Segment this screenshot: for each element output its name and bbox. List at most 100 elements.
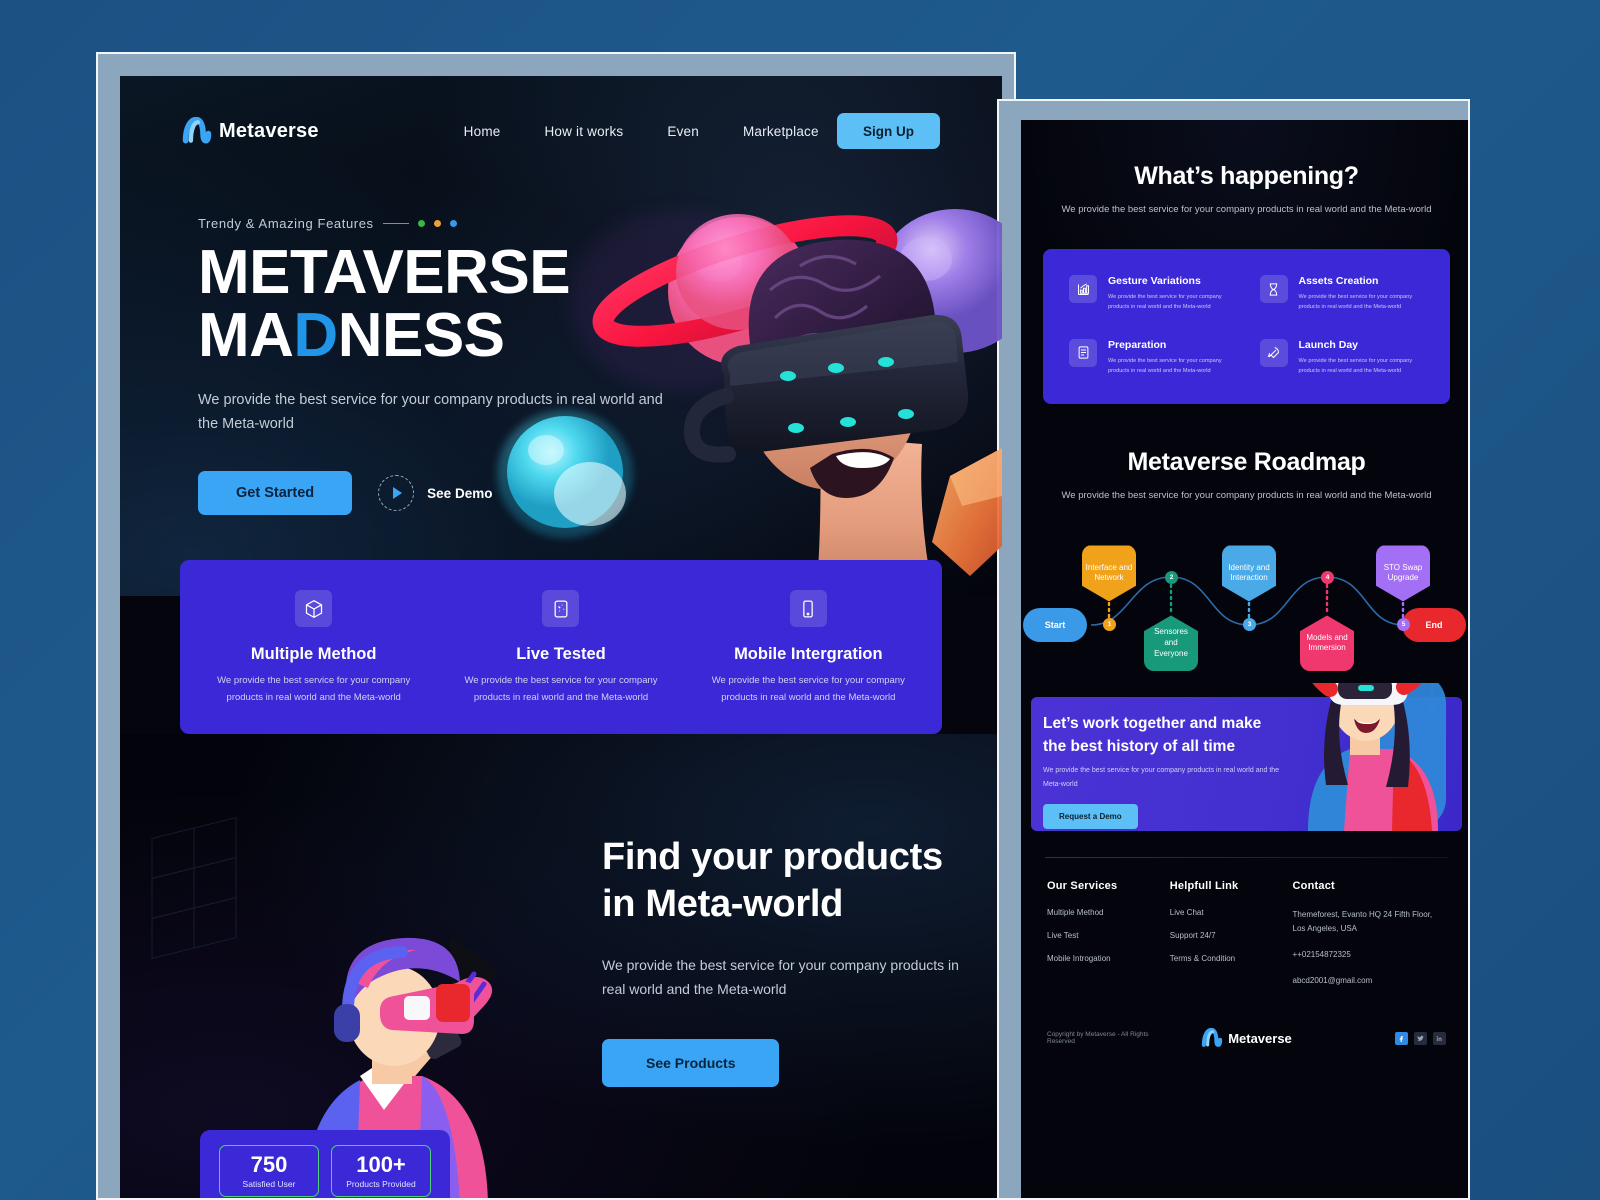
request-demo-button[interactable]: Request a Demo (1043, 804, 1138, 829)
stat-number: 750 (250, 1152, 288, 1178)
stat-card: 750 Satisfied User (219, 1145, 319, 1198)
nav-link-marketplace[interactable]: Marketplace (743, 124, 819, 139)
happening-card[interactable]: Launch Day We provide the best service f… (1259, 338, 1425, 377)
footer-heading: Contact (1292, 880, 1335, 893)
feature-title: Live Tested (516, 645, 606, 663)
feature-card[interactable]: Multiple Method We provide the best serv… (190, 590, 437, 706)
contact-email: abcd2001@gmail.com (1292, 976, 1373, 986)
eyebrow-divider (382, 223, 409, 224)
roadmap-node-label: Interface and Network (1085, 562, 1133, 583)
top-navigation: Metaverse Home How it works Even Marketp… (182, 108, 940, 154)
hero-title: METAVERSE MADNESS (198, 241, 678, 367)
find-products-copy: Find your products in Meta-world We prov… (602, 834, 982, 1088)
see-demo-control[interactable]: See Demo (378, 475, 492, 512)
roadmap-number-text: 3 (1247, 621, 1252, 629)
footer-link[interactable]: Mobile Introgation (1047, 954, 1170, 963)
nav-link-how-it-works[interactable]: How it works (544, 124, 623, 139)
roadmap-node-label: Sensores and Everyone (1154, 627, 1188, 658)
happening-card-desc: We provide the best service for your com… (1108, 294, 1222, 311)
feature-card[interactable]: Mobile Intergration We provide the best … (685, 590, 932, 706)
footer-link[interactable]: Live Chat (1170, 908, 1293, 917)
cube-icon (295, 590, 333, 627)
footer-link[interactable]: Multiple Method (1047, 908, 1170, 917)
metaverse-logo-icon (182, 117, 212, 144)
cta-section: Let’s work together and make the best hi… (1021, 683, 1468, 832)
feature-bar: Multiple Method We provide the best serv… (180, 560, 942, 735)
play-icon[interactable] (378, 475, 415, 512)
stats-bar: 750 Satisfied User 100+ Products Provide… (200, 1130, 450, 1198)
hero-subtitle: We provide the best service for your com… (198, 392, 663, 433)
whats-happening-subtitle: We provide the best service for your com… (1061, 204, 1432, 215)
happening-card-title: Gesture Variations (1108, 275, 1201, 288)
find-products-title: Find your products in Meta-world (602, 834, 982, 927)
nav-link-home[interactable]: Home (464, 124, 501, 139)
happening-card-title: Assets Creation (1298, 275, 1379, 288)
hero-eyebrow: Trendy & Amazing Features (198, 216, 678, 231)
facebook-icon[interactable] (1394, 1031, 1408, 1045)
cta-copy: Let’s work together and make the best hi… (1043, 713, 1293, 829)
footer-column-services: Our Services Multiple Method Live Test M… (1047, 880, 1170, 1000)
cta-title-line1: Let’s work together and make (1043, 715, 1262, 733)
footer-column-contact: Contact Themeforest, Evanto HQ 24 Fifth … (1293, 880, 1446, 1000)
feature-card[interactable]: Live Tested We provide the best service … (437, 590, 684, 706)
roadmap-number-text: 4 (1325, 574, 1330, 582)
roadmap-start-label: Start (1044, 620, 1066, 631)
footer-logo-text: Metaverse (1228, 1030, 1292, 1046)
twitter-icon[interactable] (1413, 1031, 1427, 1045)
happening-card[interactable]: Preparation We provide the best service … (1069, 338, 1234, 377)
linkedin-icon[interactable] (1432, 1031, 1446, 1045)
find-products-subtitle: We provide the best service for your com… (602, 956, 959, 998)
roadmap-diagram: Start End Interface and Network 1 Sensor… (1021, 533, 1468, 683)
footer-heading: Our Services (1047, 880, 1118, 893)
mobile-icon (789, 590, 827, 627)
brand-logo[interactable]: Metaverse (182, 117, 319, 145)
happening-card-desc: We provide the best service for your com… (1298, 294, 1413, 311)
find-products-section: Find your products in Meta-world We prov… (120, 734, 1002, 1198)
roadmap-node-label: Identity and Interaction (1228, 562, 1270, 583)
hero-title-line1: METAVERSE (198, 238, 571, 307)
dot-orange (433, 220, 441, 227)
site-footer: Our Services Multiple Method Live Test M… (1021, 831, 1468, 1049)
find-title-line2: in Meta-world (602, 882, 843, 925)
roadmap-start-cap: Start (1023, 608, 1087, 643)
sparkle-card-icon (542, 590, 580, 627)
footer-logo[interactable]: Metaverse (1201, 1028, 1292, 1048)
happening-card-desc: We provide the best service for your com… (1298, 357, 1413, 375)
happening-card-title: Launch Day (1298, 338, 1359, 351)
stat-number: 100+ (356, 1152, 406, 1178)
metaverse-logo-icon (1202, 1028, 1223, 1048)
hero-copy: Trendy & Amazing Features METAVERSE MADN… (198, 216, 678, 516)
footer-bottom-bar: Copyright by Metaverse - All Rights Rese… (1045, 1016, 1448, 1048)
find-title-line1: Find your products (602, 836, 943, 879)
footer-link[interactable]: Terms & Condition (1170, 954, 1293, 963)
contact-address: Themeforest, Evanto HQ 24 Fifth Floor, L… (1292, 910, 1433, 933)
contact-phone: ++02154872325 (1292, 949, 1351, 959)
roadmap-node-label: STO Swap Upgrade (1383, 562, 1423, 583)
happening-card[interactable]: Gesture Variations We provide the best s… (1069, 275, 1234, 313)
stat-card: 100+ Products Provided (331, 1145, 431, 1198)
roadmap-section: Metaverse Roadmap We provide the best se… (1021, 404, 1468, 683)
cta-title: Let’s work together and make the best hi… (1043, 713, 1293, 758)
footer-link[interactable]: Support 24/7 (1170, 931, 1293, 940)
right-page-screen: What’s happening? We provide the best se… (1021, 120, 1468, 1198)
stat-label: Products Provided (346, 1179, 416, 1190)
sign-up-button[interactable]: Sign Up (837, 113, 940, 149)
copyright-text: Copyright by Metaverse - All Rights Rese… (1047, 1031, 1149, 1046)
left-mockup-frame: Metaverse Home How it works Even Marketp… (96, 52, 1016, 1200)
nav-link-even[interactable]: Even (667, 124, 699, 139)
footer-link[interactable]: Live Test (1047, 931, 1170, 940)
dot-blue (449, 220, 457, 227)
happening-cards-panel: Gesture Variations We provide the best s… (1043, 249, 1450, 405)
social-links (1326, 1031, 1446, 1045)
hero-eyebrow-text: Trendy & Amazing Features (198, 216, 374, 231)
whats-happening-title: What’s happening? (1134, 162, 1359, 190)
roadmap-number-text: 5 (1401, 621, 1406, 629)
see-products-button[interactable]: See Products (602, 1039, 780, 1088)
stat-label: Satisfied User (242, 1179, 296, 1190)
get-started-button[interactable]: Get Started (198, 471, 353, 516)
happening-card-title: Preparation (1108, 338, 1167, 351)
hero-section: Metaverse Home How it works Even Marketp… (120, 76, 1002, 596)
happening-card[interactable]: Assets Creation We provide the best serv… (1259, 275, 1425, 313)
roadmap-number-text: 1 (1107, 621, 1112, 629)
left-page-screen: Metaverse Home How it works Even Marketp… (120, 76, 1002, 1198)
